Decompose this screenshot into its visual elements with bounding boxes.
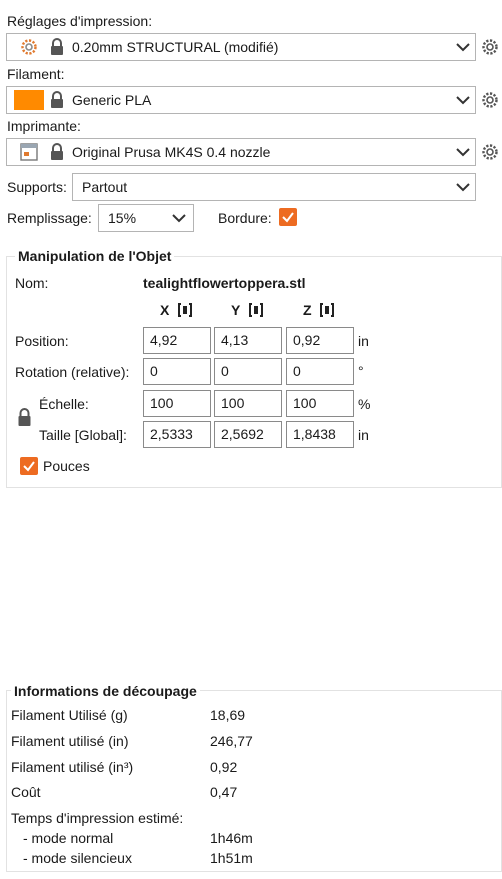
print-settings-combo[interactable]: 0.20mm STRUCTURAL (modifié) (6, 33, 476, 61)
slice-info-row-value: 18,69 (210, 707, 246, 723)
infill-label: Remplissage: (7, 210, 92, 226)
filament-value: Generic PLA (72, 92, 152, 108)
position-label: Position: (15, 333, 69, 349)
edit-printer-gear-icon[interactable] (481, 143, 499, 161)
chevron-down-icon (456, 43, 470, 52)
size-x-field[interactable]: 2,5333 (143, 421, 211, 448)
position-y-field[interactable]: 4,13 (214, 327, 282, 354)
scale-unit: % (358, 396, 371, 412)
position-x-field[interactable]: 4,92 (143, 327, 211, 354)
size-unit: in (358, 427, 369, 443)
lock-icon (51, 91, 63, 108)
edit-preset-gear-icon[interactable] (481, 38, 499, 56)
chevron-down-icon (456, 183, 470, 192)
rotation-label: Rotation (relative): (15, 364, 130, 380)
lock-icon (51, 143, 63, 160)
printer-label: Imprimante: (7, 118, 81, 134)
brim-checkbox[interactable] (279, 208, 297, 226)
print-settings-label: Réglages d'impression: (7, 13, 153, 29)
normal-mode-label: - mode normal (23, 830, 114, 846)
filament-label: Filament: (7, 66, 65, 82)
axis-y-label: Y (231, 302, 241, 318)
slice-info-row-value: 246,77 (210, 733, 253, 749)
infill-value: 15% (108, 210, 137, 226)
axis-z-header: Z (303, 301, 335, 319)
drag-axis-icon[interactable] (177, 302, 193, 318)
slice-info-row-label: Coût (11, 784, 41, 800)
printer-icon (20, 143, 38, 161)
chevron-down-icon (172, 214, 186, 223)
brim-label: Bordure: (218, 210, 272, 226)
rotation-x-field[interactable]: 0 (143, 358, 211, 385)
printer-value: Original Prusa MK4S 0.4 nozzle (72, 144, 271, 160)
filament-color-swatch (14, 90, 44, 110)
lock-icon (51, 38, 63, 55)
silent-mode-label: - mode silencieux (23, 850, 132, 866)
axis-x-label: X (160, 302, 170, 318)
size-z-field[interactable]: 1,8438 (286, 421, 354, 448)
rotation-unit: ° (358, 363, 364, 379)
supports-label: Supports: (7, 179, 67, 195)
rotation-y-field[interactable]: 0 (214, 358, 282, 385)
scale-x-field[interactable]: 100 (143, 390, 211, 417)
edit-filament-gear-icon[interactable] (481, 91, 499, 109)
position-unit: in (358, 333, 369, 349)
chevron-down-icon (456, 148, 470, 157)
object-name-value: tealightflowertoppera.stl (143, 275, 306, 291)
scale-y-field[interactable]: 100 (214, 390, 282, 417)
rotation-z-field[interactable]: 0 (286, 358, 354, 385)
slice-info-row-value: 0,47 (210, 784, 238, 800)
object-name-label: Nom: (15, 275, 49, 291)
silent-mode-value: 1h51m (210, 850, 253, 866)
scale-z-field[interactable]: 100 (286, 390, 354, 417)
filament-combo[interactable]: Generic PLA (6, 86, 476, 114)
drag-axis-icon[interactable] (319, 302, 335, 318)
checkmark-icon (282, 212, 294, 223)
axis-z-label: Z (303, 302, 312, 318)
slice-info-row-label: Filament Utilisé (g) (11, 707, 128, 723)
scale-label: Échelle: (39, 396, 89, 412)
inches-label: Pouces (43, 458, 90, 474)
drag-axis-icon[interactable] (248, 302, 264, 318)
infill-combo[interactable]: 15% (98, 204, 194, 232)
checkmark-icon (23, 461, 35, 472)
object-manipulation-title: Manipulation de l'Objet (15, 247, 175, 265)
slice-info-row-label: Filament utilisé (in) (11, 733, 129, 749)
slice-info-title: Informations de découpage (11, 682, 200, 700)
chevron-down-icon (456, 96, 470, 105)
position-z-field[interactable]: 0,92 (286, 327, 354, 354)
size-label: Taille [Global]: (39, 427, 127, 443)
scale-lock-icon[interactable] (17, 408, 32, 427)
printer-combo[interactable]: Original Prusa MK4S 0.4 nozzle (6, 138, 476, 166)
slice-info-row-label: Filament utilisé (in³) (11, 759, 134, 775)
estimated-time-label: Temps d'impression estimé: (11, 810, 184, 826)
inches-checkbox[interactable] (20, 457, 38, 475)
slice-info-row-value: 0,92 (210, 759, 238, 775)
supports-value: Partout (82, 179, 128, 195)
axis-y-header: Y (231, 301, 264, 319)
size-y-field[interactable]: 2,5692 (214, 421, 282, 448)
axis-x-header: X (160, 301, 193, 319)
system-preset-icon (21, 39, 37, 55)
normal-mode-value: 1h46m (210, 830, 253, 846)
print-settings-value: 0.20mm STRUCTURAL (modifié) (72, 39, 279, 55)
supports-combo[interactable]: Partout (72, 173, 476, 201)
